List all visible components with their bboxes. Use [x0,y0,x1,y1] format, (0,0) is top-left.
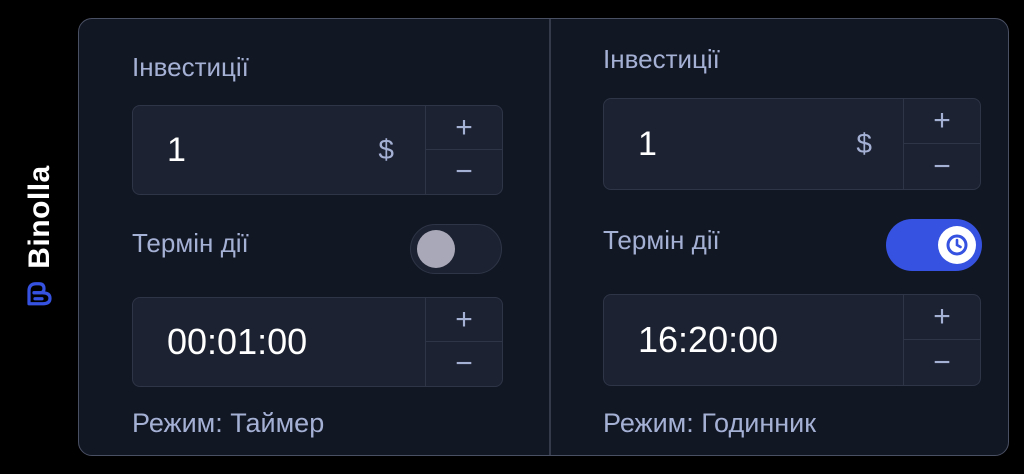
brand-name: Binolla [23,165,56,269]
time-value-left[interactable]: 00:01:00 [167,298,307,386]
mode-text-left: Режим: Таймер [132,408,325,438]
investment-field-left[interactable]: 1 $ + − [132,105,503,195]
panel-divider [549,19,551,455]
time-minus-button-left[interactable]: − [426,342,502,386]
expiry-label-right: Термін дії [603,225,720,255]
brand: Binolla [23,165,57,309]
investment-label-left: Інвестиції [132,52,249,82]
currency-right: $ [856,128,872,159]
investment-value-right[interactable]: 1 [638,99,657,189]
investment-minus-button-right[interactable]: − [904,144,980,189]
expiry-toggle-left[interactable] [410,224,502,274]
time-plus-button-right[interactable]: + [904,295,980,340]
investment-field-right[interactable]: 1 $ + − [603,98,981,190]
mode-text-right: Режим: Годинник [603,408,817,438]
investment-plus-button-right[interactable]: + [904,99,980,144]
investment-stepper-left: + − [425,106,502,194]
currency-left: $ [378,134,394,165]
time-field-right[interactable]: 16:20:00 + − [603,294,981,386]
investment-plus-button-left[interactable]: + [426,106,502,150]
time-minus-button-right[interactable]: − [904,340,980,385]
time-value-right[interactable]: 16:20:00 [638,295,778,385]
expiry-toggle-right[interactable] [886,219,982,271]
investment-stepper-right: + − [903,99,980,189]
investment-minus-button-left[interactable]: − [426,150,502,194]
time-plus-button-left[interactable]: + [426,298,502,342]
investment-label-right: Інвестиції [603,44,720,74]
toggle-knob-right [938,226,976,264]
time-field-left[interactable]: 00:01:00 + − [132,297,503,387]
time-stepper-right: + − [903,295,980,385]
investment-value-left[interactable]: 1 [167,106,186,194]
brand-sidebar: Binolla [0,0,78,474]
clock-icon [946,234,968,256]
binolla-logo-icon [27,282,52,306]
expiry-label-left: Термін дії [132,228,249,258]
toggle-knob-left [417,230,455,268]
time-stepper-left: + − [425,298,502,386]
